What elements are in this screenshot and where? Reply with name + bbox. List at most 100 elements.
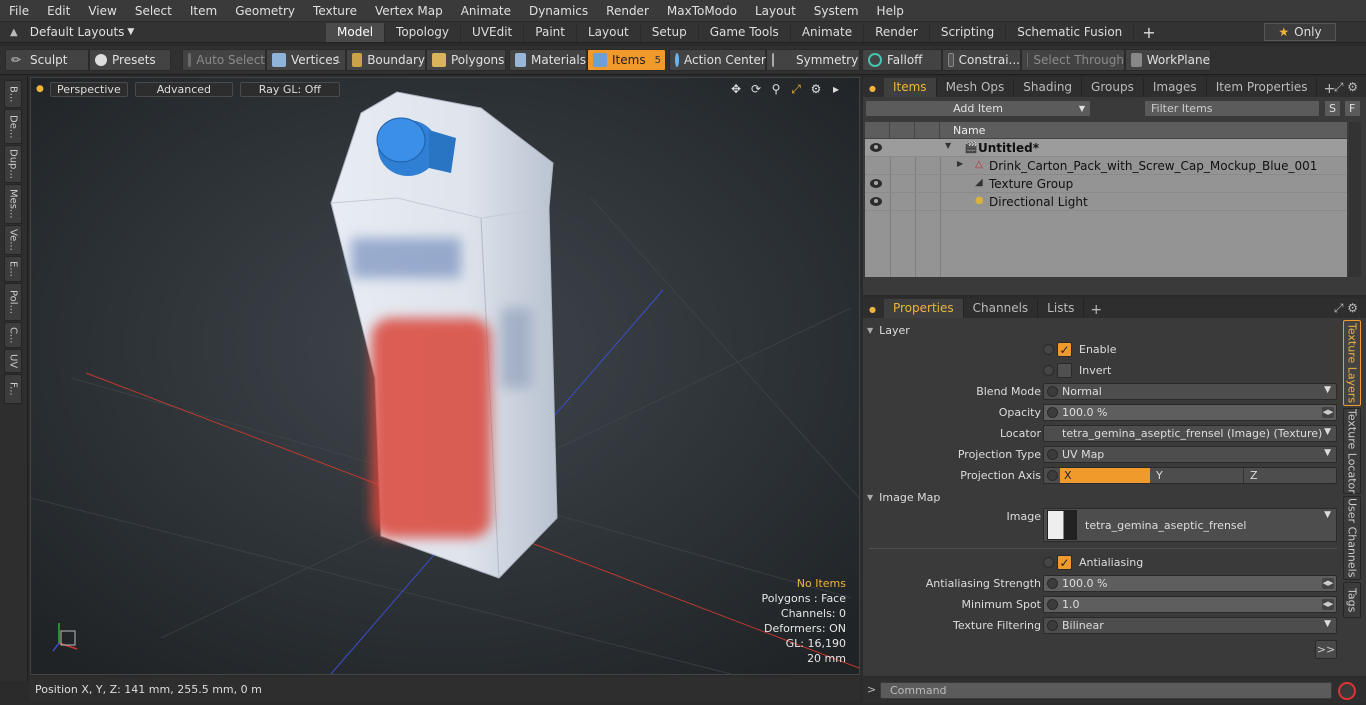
menu-select[interactable]: Select — [126, 0, 181, 22]
aa-strength-field[interactable]: 100.0 % ◀▶ — [1043, 575, 1337, 592]
gear-icon[interactable]: ⚙ — [809, 82, 823, 96]
tab-shading[interactable]: Shading — [1014, 78, 1083, 97]
image-select[interactable]: tetra_gemina_aseptic_frensel ▼ — [1043, 508, 1337, 542]
axis-z-button[interactable]: Z — [1246, 468, 1336, 483]
menu-help[interactable]: Help — [868, 0, 913, 22]
perspective-button[interactable]: Perspective — [49, 81, 128, 97]
constraints-button[interactable]: Constrai... — [942, 49, 1021, 71]
left-tab-b[interactable]: B... — [4, 80, 22, 108]
filter-items-input[interactable]: Filter Items — [1144, 100, 1320, 117]
collapse-arrow-icon[interactable]: ▲ — [10, 27, 18, 38]
layouts-dropdown[interactable]: ▲ Default Layouts ▼ — [0, 25, 326, 39]
workplane-button[interactable]: WorkPlane — [1125, 49, 1211, 71]
name-column-header[interactable]: Name — [953, 124, 985, 137]
tab-schematic-fusion[interactable]: Schematic Fusion — [1006, 22, 1135, 42]
menu-system[interactable]: System — [805, 0, 868, 22]
expand-triangle-icon[interactable]: ▶ — [957, 159, 963, 168]
menu-animate[interactable]: Animate — [452, 0, 520, 22]
tab-topology[interactable]: Topology — [385, 22, 462, 42]
tab-setup[interactable]: Setup — [641, 22, 699, 42]
blend-mode-select[interactable]: Normal ▼ — [1043, 383, 1337, 400]
menu-geometry[interactable]: Geometry — [226, 0, 304, 22]
slider-arrows-icon[interactable]: ◀▶ — [1322, 407, 1334, 418]
projection-type-select[interactable]: UV Map ▼ — [1043, 446, 1337, 463]
tab-images[interactable]: Images — [1144, 78, 1207, 97]
left-tab-mes[interactable]: Mes... — [4, 184, 22, 224]
invert-checkbox[interactable] — [1043, 362, 1073, 379]
tab-render[interactable]: Render — [864, 22, 930, 42]
symmetry-button[interactable]: Symmetry — [766, 49, 860, 71]
tab-channels[interactable]: Channels — [964, 299, 1039, 318]
raygl-button[interactable]: Ray GL: Off — [239, 81, 340, 97]
menu-edit[interactable]: Edit — [38, 0, 79, 22]
advanced-button[interactable]: Advanced — [134, 81, 233, 97]
side-tab-user-channels[interactable]: User Channels — [1343, 496, 1361, 580]
left-tab-e[interactable]: E... — [4, 256, 22, 282]
side-tab-texture-layers[interactable]: Texture Layers — [1343, 320, 1361, 406]
tab-scripting[interactable]: Scripting — [930, 22, 1007, 42]
add-tab-icon[interactable]: + — [1134, 23, 1163, 42]
tab-uvedit[interactable]: UVEdit — [461, 22, 525, 42]
left-tab-de[interactable]: De... — [4, 109, 22, 144]
left-tab-f[interactable]: F... — [4, 374, 22, 404]
boundary-button[interactable]: Boundary — [346, 49, 426, 71]
menu-item[interactable]: Item — [181, 0, 226, 22]
vertices-button[interactable]: Vertices 1 — [266, 49, 346, 71]
zoom-icon[interactable]: ⚲ — [769, 82, 783, 96]
enable-checkbox[interactable]: ✓ — [1043, 341, 1073, 358]
min-spot-field[interactable]: 1.0 ◀▶ — [1043, 596, 1337, 613]
menu-render[interactable]: Render — [597, 0, 658, 22]
add-item-button[interactable]: Add Item ▼ — [865, 100, 1091, 117]
menu-dynamics[interactable]: Dynamics — [520, 0, 597, 22]
left-tab-uv[interactable]: UV — [4, 349, 22, 373]
antialiasing-checkbox[interactable]: ✓ — [1043, 554, 1073, 571]
viewport-scene[interactable] — [31, 78, 859, 674]
fit-icon[interactable]: ⤢ — [789, 82, 803, 96]
tab-properties[interactable]: Properties — [883, 299, 964, 318]
side-tab-texture-locator[interactable]: Texture Locator — [1343, 408, 1361, 494]
item-row-mesh[interactable]: ▶ △ Drink_Carton_Pack_with_Screw_Cap_Moc… — [865, 157, 1347, 175]
menu-texture[interactable]: Texture — [304, 0, 366, 22]
panel-expand-gear-icon[interactable]: ⤢ ⚙ — [1334, 80, 1358, 95]
left-tab-pol[interactable]: Pol... — [4, 283, 22, 321]
action-center-button[interactable]: Action Center — [669, 49, 766, 71]
visibility-eye-icon[interactable] — [870, 197, 882, 206]
s-button[interactable]: S — [1324, 100, 1341, 117]
axis-x-button[interactable]: X — [1060, 468, 1150, 483]
menu-vertex-map[interactable]: Vertex Map — [366, 0, 452, 22]
side-tab-tags[interactable]: Tags — [1343, 582, 1361, 618]
tab-animate[interactable]: Animate — [791, 22, 865, 42]
lock-column-icon[interactable] — [890, 122, 915, 139]
left-tab-dup[interactable]: Dup... — [4, 145, 22, 183]
panel-expand-gear-icon[interactable]: ⤢ ⚙ — [1334, 301, 1358, 316]
tab-lists[interactable]: Lists — [1038, 299, 1085, 318]
materials-button[interactable]: Materials — [509, 49, 587, 71]
slider-arrows-icon[interactable]: ◀▶ — [1322, 578, 1334, 589]
rotate-icon[interactable]: ⟳ — [749, 82, 763, 96]
menu-layout[interactable]: Layout — [746, 0, 805, 22]
expand-arrow-icon[interactable]: ▸ — [829, 82, 843, 96]
tab-item-properties[interactable]: Item Properties — [1207, 78, 1318, 97]
tab-mesh-ops[interactable]: Mesh Ops — [937, 78, 1015, 97]
item-row-directional-light[interactable]: ● Directional Light — [865, 193, 1347, 211]
viewport-menu-dot-icon[interactable]: ● — [36, 84, 44, 94]
3d-viewport[interactable]: ● Perspective Advanced Ray GL: Off ✥ ⟳ ⚲… — [30, 77, 860, 675]
panel-menu-dot-icon[interactable]: ● — [863, 84, 884, 97]
sculpt-button[interactable]: ✏ Sculpt — [5, 49, 89, 71]
layer-section-header[interactable]: ▼ Layer — [867, 322, 1337, 338]
move-icon[interactable]: ✥ — [729, 82, 743, 96]
tab-layout[interactable]: Layout — [577, 22, 641, 42]
menu-view[interactable]: View — [79, 0, 125, 22]
items-button[interactable]: Items 5 — [587, 49, 666, 71]
only-button[interactable]: ★ Only — [1264, 23, 1336, 41]
tab-game-tools[interactable]: Game Tools — [699, 22, 791, 42]
command-input[interactable]: Command — [880, 682, 1332, 699]
type-column-icon[interactable] — [915, 122, 940, 139]
visibility-column-eye-icon[interactable] — [865, 122, 890, 139]
menu-file[interactable]: File — [0, 0, 38, 22]
menu-maxtomodo[interactable]: MaxToModo — [658, 0, 746, 22]
axis-y-button[interactable]: Y — [1152, 468, 1244, 483]
tab-items[interactable]: Items — [883, 78, 937, 97]
item-row-texture-group[interactable]: ◢ Texture Group — [865, 175, 1347, 193]
tab-paint[interactable]: Paint — [524, 22, 577, 42]
